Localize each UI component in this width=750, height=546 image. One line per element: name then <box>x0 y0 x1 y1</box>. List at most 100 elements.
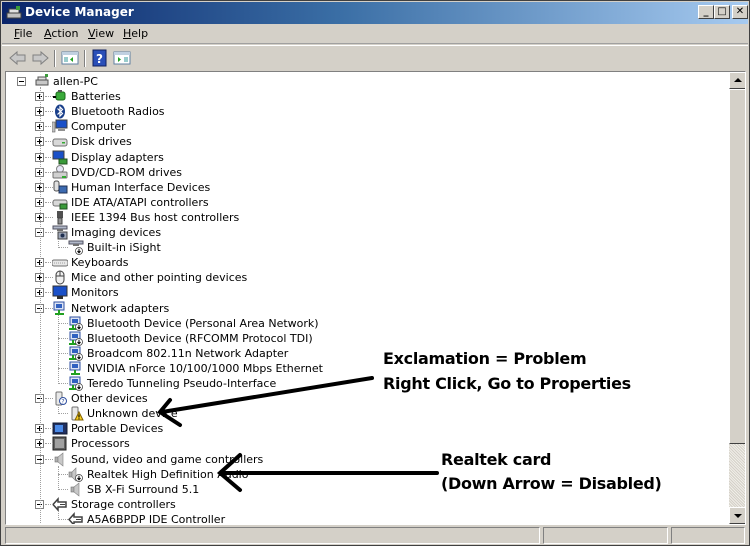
tree-category-network-adapters[interactable]: Network adapters <box>6 301 706 316</box>
menu-help[interactable]: Help <box>123 27 148 40</box>
bluetooth-icon <box>52 104 68 119</box>
tree-connector <box>45 111 53 112</box>
tree-category-keyboards[interactable]: Keyboards <box>6 255 706 270</box>
forward-button[interactable] <box>30 49 50 67</box>
tree-connector <box>45 443 53 444</box>
show-hide-action-pane-button[interactable] <box>112 49 132 67</box>
speaker-icon <box>52 452 68 467</box>
back-button[interactable] <box>8 49 28 67</box>
show-hide-console-tree-button[interactable] <box>60 49 80 67</box>
console-tree-icon <box>61 51 79 65</box>
node-label: Monitors <box>71 286 119 299</box>
tree-connector <box>45 277 53 278</box>
tree-device-built-in-isight[interactable]: Built-in iSight <box>6 240 706 255</box>
disk-drive-icon <box>52 134 68 149</box>
tree-device-unknown-device[interactable]: Unknown device <box>6 406 706 421</box>
tree-connector <box>45 96 53 97</box>
tree-connector <box>45 217 53 218</box>
node-label: Bluetooth Device (Personal Area Network) <box>87 317 319 330</box>
node-label: SB X-Fi Surround 5.1 <box>87 483 200 496</box>
processor-icon <box>52 436 68 451</box>
tree-device-bluetooth-device-personal-area-network[interactable]: Bluetooth Device (Personal Area Network) <box>6 316 706 331</box>
node-label: Broadcom 802.11n Network Adapter <box>87 347 289 360</box>
tree-category-mice-and-other-pointing-devices[interactable]: Mice and other pointing devices <box>6 270 706 285</box>
toolbar-separator <box>54 50 56 67</box>
toolbar-separator <box>84 50 86 67</box>
tree-category-other-devices[interactable]: ? Other devices <box>6 391 706 406</box>
tree-category-processors[interactable]: Processors <box>6 436 706 451</box>
tree-connector <box>58 239 59 248</box>
storage-controller-icon <box>51 497 68 512</box>
node-label: Teredo Tunneling Pseudo-Interface <box>87 377 277 390</box>
tree-category-human-interface-devices[interactable]: Human Interface Devices <box>6 180 706 195</box>
collapse-icon[interactable] <box>17 77 26 86</box>
tree-category-dvd-cd-rom-drives[interactable]: DVD/CD-ROM drives <box>6 165 706 180</box>
menu-action[interactable]: Action <box>44 27 78 40</box>
node-label: Computer <box>71 120 126 133</box>
node-label: Bluetooth Radios <box>71 105 165 118</box>
device-tree: allen-PC Batteries Bluetooth Radios Compute… <box>6 72 728 524</box>
tree-category-storage-controllers[interactable]: Storage controllers <box>6 497 706 512</box>
display-adapter-icon <box>52 150 68 165</box>
tree-connector <box>45 202 53 203</box>
maximize-button[interactable]: □ <box>714 5 730 19</box>
firewire-icon <box>52 210 68 225</box>
network-adapter-icon <box>52 301 68 316</box>
vertical-scrollbar[interactable] <box>729 72 745 524</box>
node-label: DVD/CD-ROM drives <box>71 166 182 179</box>
tree-device-a5a6bpdp-ide-controller[interactable]: A5A6BPDP IDE Controller <box>6 512 706 524</box>
tree-device-broadcom-802-11n-network-adapter[interactable]: Broadcom 802.11n Network Adapter <box>6 346 706 361</box>
tree-connector <box>58 353 68 354</box>
network-adapter-disabled-icon <box>68 376 84 391</box>
speaker-icon <box>68 482 84 497</box>
tree-connector <box>58 511 59 520</box>
tree-connector <box>58 474 68 475</box>
menu-view[interactable]: View <box>88 27 114 40</box>
accelerator-key: V <box>88 27 96 40</box>
accelerator-key: H <box>123 27 132 40</box>
title-bar[interactable]: Device Manager _ □ ✕ <box>2 2 748 24</box>
node-label: Processors <box>71 437 130 450</box>
tree-category-portable-devices[interactable]: Portable Devices <box>6 421 706 436</box>
scrollbar-thumb[interactable] <box>729 89 745 444</box>
tree-category-ieee-1394-bus-host-controllers[interactable]: IEEE 1394 Bus host controllers <box>6 210 706 225</box>
svg-text:?: ? <box>61 399 64 406</box>
tree-connector <box>58 368 68 369</box>
tree-category-ide-ata-atapi-controllers[interactable]: IDE ATA/ATAPI controllers <box>6 195 706 210</box>
menu-file[interactable]: File <box>14 27 32 40</box>
scroll-up-button[interactable] <box>729 72 745 89</box>
device-manager-window: Device Manager _ □ ✕ File Action View He… <box>0 0 750 546</box>
tree-category-sound-video-and-game-controllers[interactable]: Sound, video and game controllers <box>6 452 706 467</box>
monitor-icon <box>52 285 68 300</box>
tree-category-disk-drives[interactable]: Disk drives <box>6 134 706 149</box>
node-label: Display adapters <box>71 151 164 164</box>
network-adapter-icon <box>68 361 84 376</box>
keyboard-icon <box>51 255 69 270</box>
node-label: NVIDIA nForce 10/100/1000 Mbps Ethernet <box>87 362 323 375</box>
tree-root-allen-pc[interactable]: allen-PC <box>6 74 706 89</box>
tree-connector <box>58 315 59 384</box>
tree-category-display-adapters[interactable]: Display adapters <box>6 150 706 165</box>
tree-category-computer[interactable]: Computer <box>6 119 706 134</box>
node-label: Sound, video and game controllers <box>71 453 264 466</box>
tree-connector <box>45 504 53 505</box>
tree-device-bluetooth-device-rfcomm-protocol-tdi[interactable]: Bluetooth Device (RFCOMM Protocol TDI) <box>6 331 706 346</box>
tree-category-monitors[interactable]: Monitors <box>6 285 706 300</box>
tree-connector <box>58 383 68 384</box>
tree-connector <box>58 413 68 414</box>
status-panel-2 <box>543 527 668 544</box>
tree-category-bluetooth-radios[interactable]: Bluetooth Radios <box>6 104 706 119</box>
tree-connector <box>45 308 53 309</box>
scroll-down-button[interactable] <box>729 507 745 524</box>
close-button[interactable]: ✕ <box>732 5 748 19</box>
camera-icon <box>52 225 68 240</box>
tree-connector <box>45 398 53 399</box>
tree-category-batteries[interactable]: Batteries <box>6 89 706 104</box>
minimize-button[interactable]: _ <box>698 5 714 19</box>
tree-category-imaging-devices[interactable]: Imaging devices <box>6 225 706 240</box>
node-label: Portable Devices <box>71 422 164 435</box>
network-adapter-disabled-icon <box>68 331 84 346</box>
chevron-up-icon <box>734 78 742 82</box>
help-button[interactable]: ? <box>90 49 110 67</box>
network-adapter-disabled-icon <box>68 316 84 331</box>
